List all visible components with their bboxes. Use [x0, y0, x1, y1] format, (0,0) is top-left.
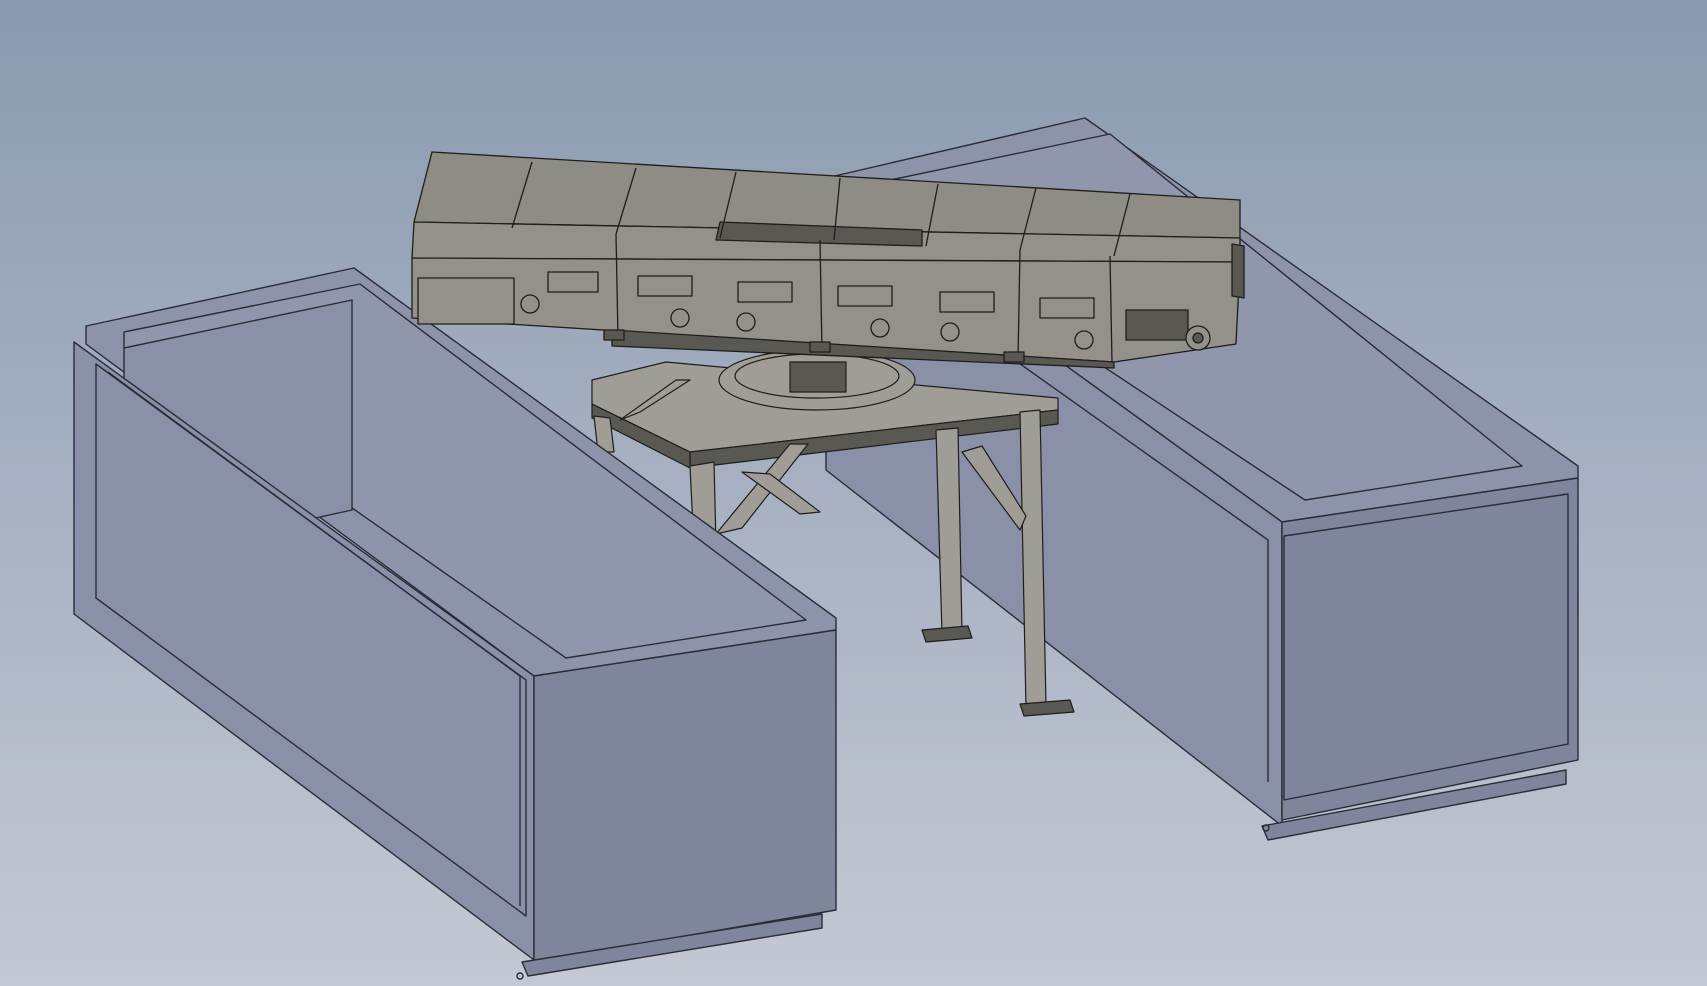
- conveyor-pulley-hub: [1192, 332, 1204, 344]
- left-bin-end-face: [533, 629, 837, 963]
- conveyor-nameplate: [1125, 309, 1189, 341]
- cad-viewport[interactable]: [0, 0, 1707, 986]
- conveyor-head-cap: [1231, 243, 1245, 299]
- turntable-drive-box: [789, 361, 847, 393]
- model-scene[interactable]: [0, 0, 1707, 986]
- conveyor-motor-box: [417, 277, 515, 325]
